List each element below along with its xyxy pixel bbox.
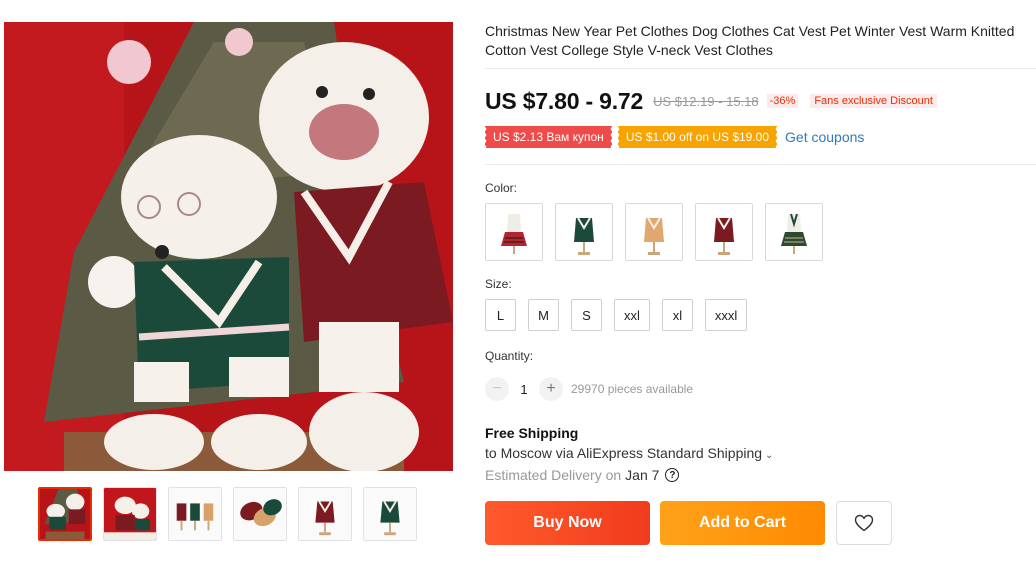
size-option-xxl[interactable]: xxl (614, 299, 650, 331)
vests-thumbnail-image (169, 488, 221, 540)
buy-now-button[interactable]: Buy Now (485, 501, 650, 545)
thumbnail-5[interactable] (298, 487, 352, 541)
quantity-section: Quantity: − 1 + 29970 pieces available (485, 349, 1036, 401)
free-shipping-label: Free Shipping (485, 425, 579, 441)
green-vest-icon (574, 217, 594, 255)
thumbnail-6[interactable] (363, 487, 417, 541)
discount-badge: -36% (766, 94, 799, 108)
quantity-increase-button[interactable]: + (539, 377, 563, 401)
burgundy-vest-thumbnail-image (299, 488, 351, 540)
color-section: Color: (485, 181, 1036, 261)
estimated-delivery: Estimated Delivery on Jan 7 ? (485, 467, 1036, 483)
dogs-thumbnail-image (104, 488, 156, 540)
size-option-xl[interactable]: xl (661, 299, 693, 331)
heart-icon (854, 514, 874, 532)
coupon-row: US $2.13 Вам купон US $1.00 off on US $1… (484, 125, 1036, 149)
current-price: US $7.80 - 9.72 (485, 87, 644, 114)
shipping-destination-text: to Moscow via AliExpress Standard Shippi… (485, 445, 763, 461)
color-label: Color: (485, 181, 518, 195)
color-option-burgundy[interactable] (695, 203, 753, 261)
vests-flat-thumbnail-image (234, 488, 286, 540)
thumbnail-strip (38, 487, 417, 541)
size-section: Size: L M S xxl xl xxxl (485, 277, 1036, 331)
size-option-m[interactable]: M (528, 299, 559, 331)
original-price: US $12.19 - 15.18 (653, 93, 759, 109)
color-options (485, 203, 1036, 261)
chevron-down-icon: ⌄ (765, 450, 774, 461)
shipping-section: Free Shipping to Moscow via AliExpress S… (485, 425, 1036, 483)
color-option-tan[interactable] (625, 203, 683, 261)
size-label: Size: (485, 277, 512, 291)
dogs-photo (4, 22, 453, 471)
thumbnail-2[interactable] (103, 487, 157, 541)
green-plaid-outfit-icon (781, 213, 807, 254)
size-options: L M S xxl xl xxxl (485, 299, 1036, 331)
dogs-thumbnail-image (40, 489, 90, 539)
red-plaid-outfit-icon (501, 214, 527, 254)
product-title: Christmas New Year Pet Clothes Dog Cloth… (485, 23, 1015, 58)
green-vest-thumbnail-image (364, 488, 416, 540)
product-info: Christmas New Year Pet Clothes Dog Cloth… (484, 22, 1036, 545)
quantity-value[interactable]: 1 (509, 382, 539, 397)
store-coupon[interactable]: US $2.13 Вам купон (484, 126, 612, 148)
wishlist-button[interactable] (836, 501, 892, 545)
main-product-image[interactable] (4, 22, 453, 471)
divider (485, 68, 1036, 69)
fans-discount-badge: Fans exclusive Discount (810, 94, 937, 108)
shipping-destination[interactable]: to Moscow via AliExpress Standard Shippi… (485, 445, 1036, 461)
color-option-green-plaid[interactable] (765, 203, 823, 261)
quantity-decrease-button[interactable]: − (485, 377, 509, 401)
estimated-delivery-label: Estimated Delivery on (485, 467, 622, 483)
quantity-stepper: − 1 + 29970 pieces available (485, 377, 1036, 401)
help-icon[interactable]: ? (665, 468, 680, 482)
size-option-l[interactable]: L (485, 299, 516, 331)
quantity-label: Quantity: (485, 349, 534, 363)
stock-available: 29970 pieces available (571, 382, 694, 396)
size-option-xxxl[interactable]: xxxl (704, 299, 748, 331)
thumbnail-4[interactable] (233, 487, 287, 541)
get-coupons-link[interactable]: Get coupons (785, 129, 864, 145)
action-buttons: Buy Now Add to Cart (485, 501, 1036, 545)
divider (485, 164, 1036, 165)
color-option-red-plaid[interactable] (485, 203, 543, 261)
size-option-s[interactable]: S (571, 299, 602, 331)
burgundy-vest-icon (714, 217, 734, 255)
thumbnail-3[interactable] (168, 487, 222, 541)
color-option-green[interactable] (555, 203, 613, 261)
add-to-cart-button[interactable]: Add to Cart (660, 501, 825, 545)
delivery-date: Jan 7 (625, 467, 660, 483)
price-row: US $7.80 - 9.72 US $12.19 - 15.18 -36% F… (485, 79, 1036, 123)
tan-vest-icon (644, 217, 664, 255)
select-coupon[interactable]: US $1.00 off on US $19.00 (616, 126, 778, 148)
thumbnail-1[interactable] (38, 487, 92, 541)
